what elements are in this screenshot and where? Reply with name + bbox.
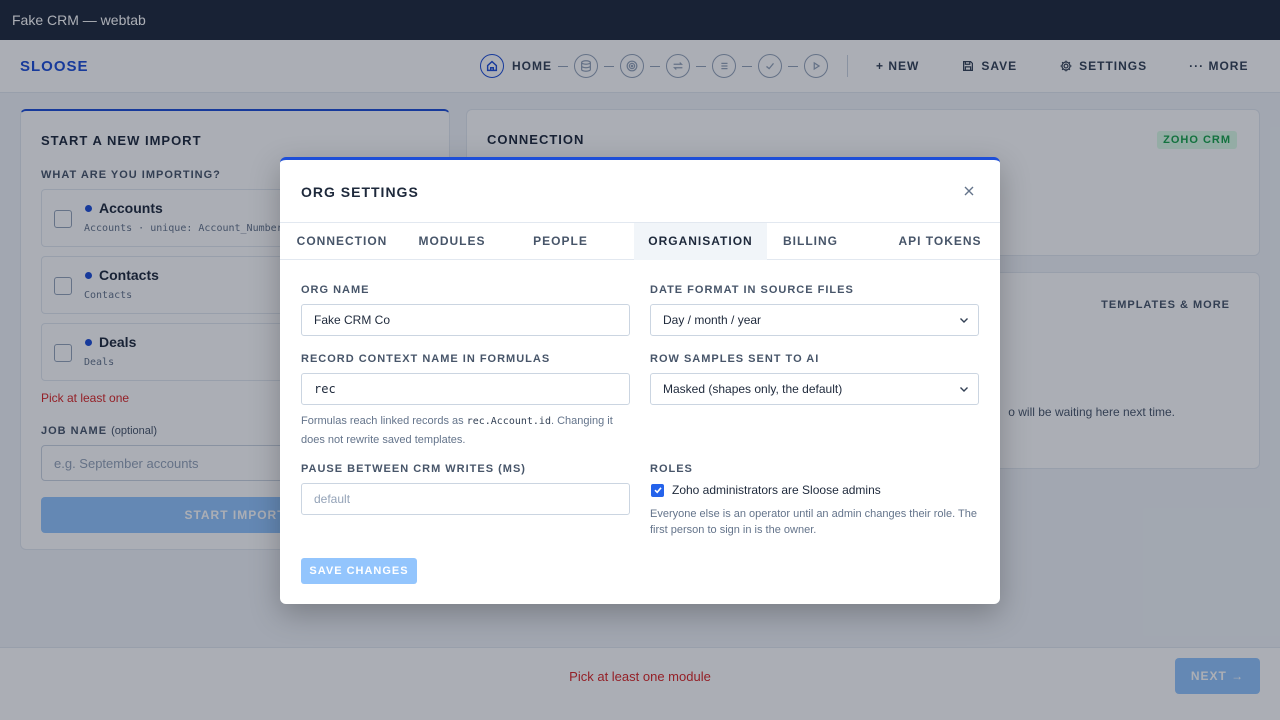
row-samples-value: Masked (shapes only, the default) bbox=[663, 382, 843, 396]
date-format-select[interactable]: Day / month / year bbox=[650, 304, 979, 336]
record-context-hint: Formulas reach linked records as rec.Acc… bbox=[301, 412, 630, 449]
record-context-label: RECORD CONTEXT NAME IN FORMULAS bbox=[301, 353, 551, 365]
org-settings-dialog: ORG SETTINGS CONNECTION MODULES PEOPLE O… bbox=[280, 157, 1000, 604]
roles-label: ROLES bbox=[650, 463, 693, 475]
close-icon bbox=[964, 186, 974, 196]
record-context-field: RECORD CONTEXT NAME IN FORMULAS rec Form… bbox=[301, 353, 630, 449]
tab-billing[interactable]: BILLING bbox=[767, 223, 854, 260]
zoho-admins-checkbox-row[interactable]: Zoho administrators are Sloose admins bbox=[650, 483, 979, 497]
tab-people[interactable]: PEOPLE bbox=[504, 223, 617, 260]
tab-organisation[interactable]: ORGANISATION bbox=[634, 223, 767, 260]
tab-modules[interactable]: MODULES bbox=[400, 223, 504, 260]
date-format-label: DATE FORMAT IN SOURCE FILES bbox=[650, 284, 854, 296]
zoho-admins-label: Zoho administrators are Sloose admins bbox=[672, 483, 881, 497]
row-samples-field: ROW SAMPLES SENT TO AI Masked (shapes on… bbox=[650, 353, 979, 405]
hint-text: Formulas reach linked records as bbox=[301, 415, 467, 427]
row-samples-label: ROW SAMPLES SENT TO AI bbox=[650, 353, 820, 365]
save-changes-button[interactable]: SAVE CHANGES bbox=[301, 558, 417, 584]
chevron-down-icon bbox=[960, 387, 968, 392]
close-button[interactable] bbox=[960, 182, 978, 200]
tab-api-tokens[interactable]: API TOKENS bbox=[880, 223, 1000, 260]
date-format-value: Day / month / year bbox=[663, 313, 762, 327]
org-name-input[interactable]: Fake CRM Co bbox=[301, 304, 630, 336]
pause-label: PAUSE BETWEEN CRM WRITES (MS) bbox=[301, 463, 526, 475]
roles-field: ROLES Zoho administrators are Sloose adm… bbox=[650, 463, 979, 538]
pause-field: PAUSE BETWEEN CRM WRITES (MS) default bbox=[301, 463, 630, 515]
hint-code: rec.Account.id bbox=[466, 416, 551, 427]
record-context-input[interactable]: rec bbox=[301, 373, 630, 405]
pause-input[interactable]: default bbox=[301, 483, 630, 515]
row-samples-select[interactable]: Masked (shapes only, the default) bbox=[650, 373, 979, 405]
date-format-field: DATE FORMAT IN SOURCE FILES Day / month … bbox=[650, 284, 979, 336]
org-name-field: ORG NAME Fake CRM Co bbox=[301, 284, 630, 336]
check-icon bbox=[653, 487, 662, 494]
dialog-title: ORG SETTINGS bbox=[301, 184, 419, 200]
settings-tabs: CONNECTION MODULES PEOPLE ORGANISATION B… bbox=[280, 222, 1000, 260]
roles-hint: Everyone else is an operator until an ad… bbox=[650, 508, 977, 536]
chevron-down-icon bbox=[960, 318, 968, 323]
zoho-admins-checkbox[interactable] bbox=[651, 483, 664, 497]
org-name-label: ORG NAME bbox=[301, 284, 370, 296]
tab-connection[interactable]: CONNECTION bbox=[284, 223, 400, 260]
